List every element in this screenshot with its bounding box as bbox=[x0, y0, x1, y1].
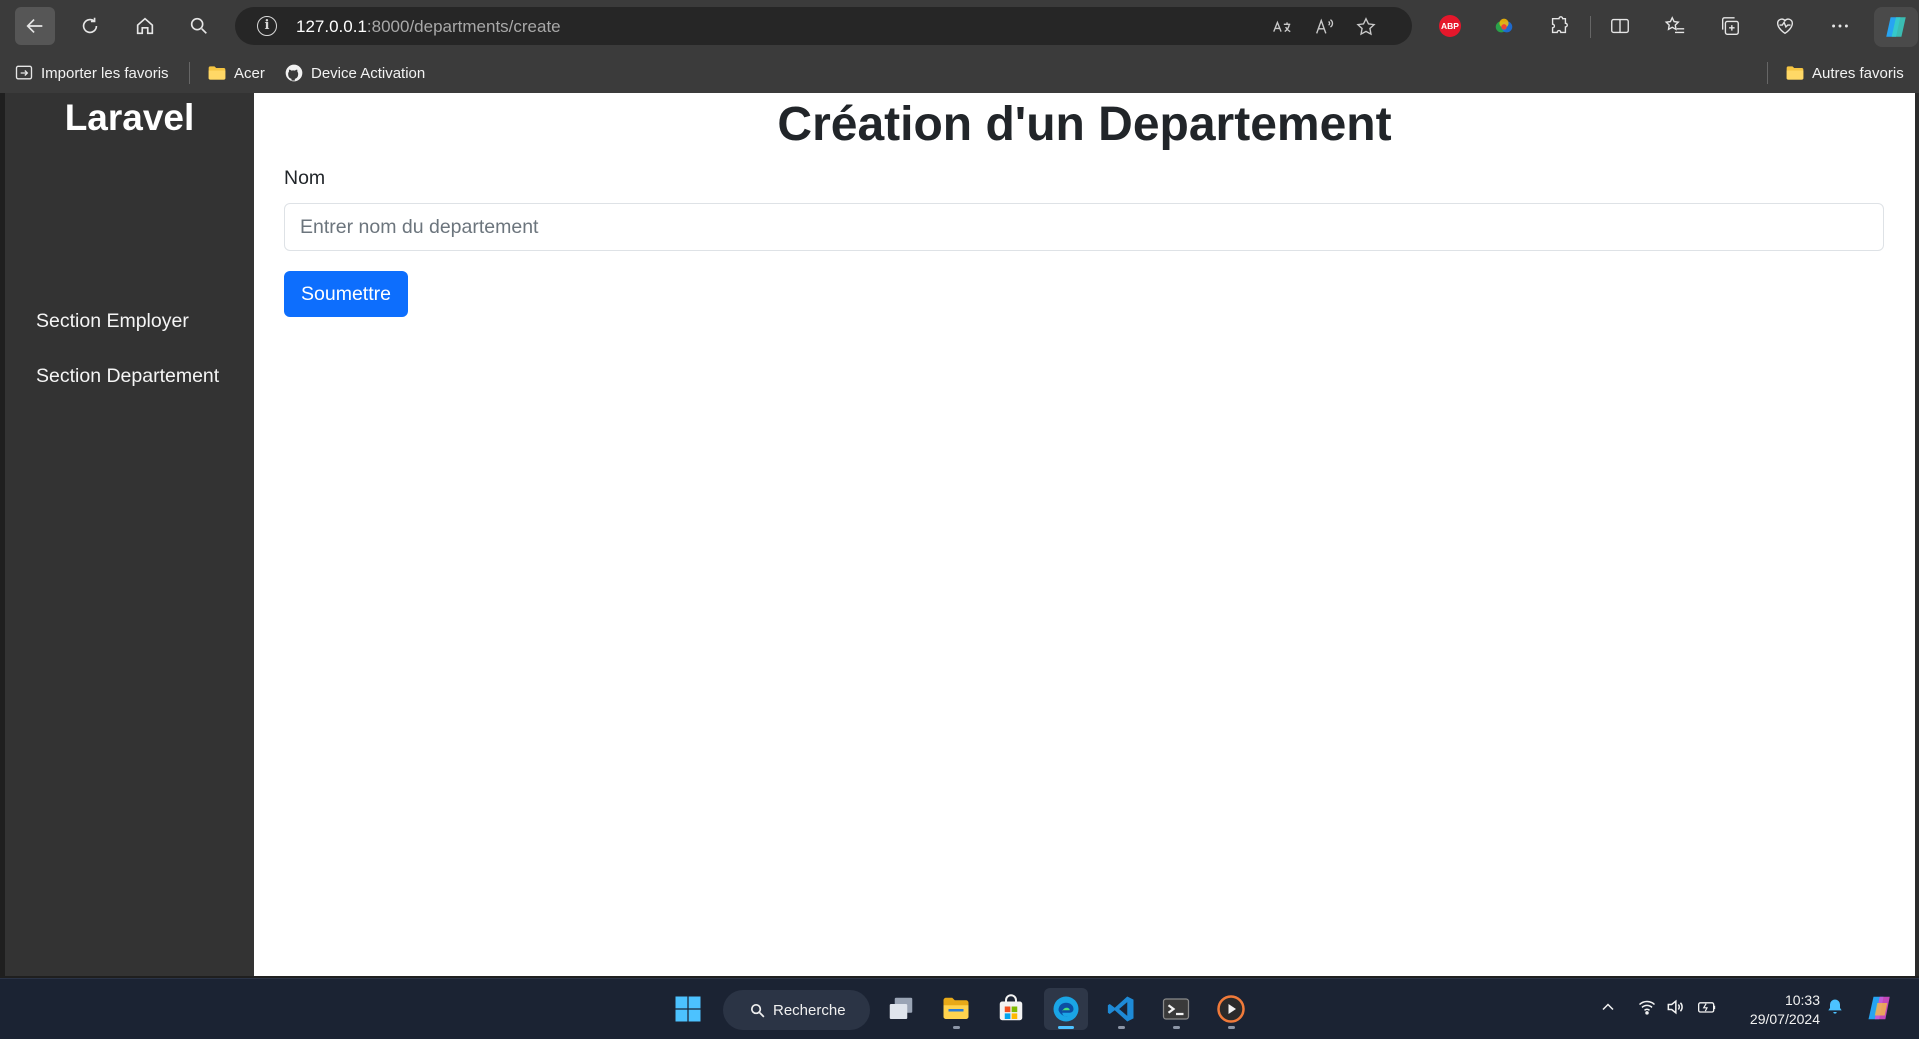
windows-logo-icon bbox=[675, 996, 701, 1022]
name-field-label: Nom bbox=[284, 167, 326, 189]
browser-essentials-button[interactable] bbox=[1765, 7, 1805, 45]
taskbar-edge[interactable] bbox=[1044, 988, 1088, 1030]
sidebar-item-employer[interactable]: Section Employer bbox=[36, 310, 189, 333]
store-icon bbox=[999, 994, 1023, 1021]
favorites-bar: Importer les favoris Acer Device Activat… bbox=[0, 53, 1919, 93]
extensions-button[interactable] bbox=[1539, 7, 1579, 45]
folder-icon bbox=[943, 997, 969, 1019]
clock-date: 29/07/2024 bbox=[1749, 1011, 1820, 1027]
url-text[interactable]: 127.0.0.1:8000/departments/create bbox=[296, 17, 561, 37]
split-screen-button[interactable] bbox=[1600, 7, 1640, 45]
site-info-icon[interactable]: i bbox=[257, 16, 277, 36]
taskbar-store[interactable] bbox=[989, 988, 1033, 1030]
wifi-icon bbox=[1638, 1000, 1656, 1015]
back-arrow-icon bbox=[26, 18, 43, 34]
favorite-star-icon[interactable] bbox=[1354, 15, 1378, 39]
collections-button[interactable] bbox=[1710, 7, 1750, 45]
favorites-folder-acer[interactable]: Acer bbox=[207, 61, 265, 85]
favorites-button[interactable] bbox=[1655, 7, 1695, 45]
page-title: Création d'un Departement bbox=[777, 98, 1392, 151]
more-menu-button[interactable] bbox=[1820, 7, 1860, 45]
task-view-button[interactable] bbox=[879, 988, 923, 1030]
abp-icon: ABP bbox=[1439, 15, 1461, 37]
translate-icon[interactable] bbox=[1270, 15, 1294, 39]
brand-title[interactable]: Laravel bbox=[5, 97, 254, 139]
read-aloud-icon[interactable] bbox=[1312, 15, 1336, 39]
favorites-link-device-activation[interactable]: Device Activation bbox=[284, 61, 425, 85]
home-icon bbox=[136, 17, 154, 35]
search-button[interactable] bbox=[179, 7, 219, 45]
chevron-up-icon bbox=[1602, 1003, 1614, 1011]
system-clock[interactable]: 10:33 29/07/2024 bbox=[1730, 991, 1820, 1029]
window-edge bbox=[1915, 93, 1919, 976]
terminal-icon bbox=[1162, 998, 1190, 1020]
github-icon bbox=[285, 64, 303, 82]
search-icon bbox=[190, 17, 207, 34]
tray-overflow-button[interactable] bbox=[1598, 997, 1618, 1017]
adblock-extension[interactable]: ABP bbox=[1430, 7, 1470, 45]
sidebar-item-departement[interactable]: Section Departement bbox=[36, 365, 219, 388]
more-dots-icon bbox=[1832, 24, 1848, 28]
wifi-status[interactable] bbox=[1637, 997, 1657, 1017]
notifications-button[interactable] bbox=[1825, 997, 1845, 1017]
refresh-icon bbox=[82, 17, 98, 34]
taskbar-copilot[interactable] bbox=[1866, 993, 1896, 1023]
taskbar-terminal[interactable] bbox=[1154, 988, 1198, 1030]
bell-icon bbox=[1828, 999, 1842, 1014]
start-button[interactable] bbox=[666, 988, 710, 1030]
import-favorites-link[interactable]: Importer les favoris bbox=[14, 61, 169, 85]
speaker-icon bbox=[1667, 999, 1683, 1015]
copilot-button[interactable] bbox=[1874, 7, 1918, 47]
collections-icon bbox=[1721, 17, 1739, 35]
back-button[interactable] bbox=[15, 7, 55, 45]
color-extension[interactable] bbox=[1484, 7, 1524, 45]
refresh-button[interactable] bbox=[70, 7, 110, 45]
edge-browser-icon bbox=[1053, 996, 1079, 1022]
other-favorites-folder[interactable]: Autres favoris bbox=[1785, 61, 1904, 85]
puzzle-icon bbox=[1551, 16, 1568, 34]
media-player-icon bbox=[1217, 995, 1245, 1023]
address-bar[interactable]: i 127.0.0.1:8000/departments/create bbox=[235, 7, 1412, 45]
folder-icon bbox=[1786, 66, 1804, 80]
taskbar-file-explorer[interactable] bbox=[934, 988, 978, 1030]
taskbar: Recherche 10:33 29/07/2024 bbox=[0, 978, 1919, 1039]
taskbar-search[interactable]: Recherche bbox=[723, 990, 870, 1030]
favorites-list-icon bbox=[1664, 16, 1685, 34]
sidebar: Laravel Section Employer Section Departe… bbox=[5, 93, 254, 976]
submit-button[interactable]: Soumettre bbox=[284, 271, 408, 317]
clock-time: 10:33 bbox=[1784, 992, 1820, 1008]
taskbar-vscode[interactable] bbox=[1099, 988, 1143, 1030]
taskbar-media-player[interactable] bbox=[1209, 988, 1253, 1030]
department-name-input[interactable] bbox=[284, 203, 1884, 251]
search-icon bbox=[750, 1003, 765, 1017]
home-button[interactable] bbox=[125, 7, 165, 45]
battery-charging-icon bbox=[1698, 1002, 1716, 1013]
heart-pulse-icon bbox=[1776, 18, 1794, 35]
volume-control[interactable] bbox=[1665, 997, 1685, 1017]
folder-icon bbox=[208, 66, 226, 80]
color-wheel-icon bbox=[1495, 18, 1513, 33]
vscode-icon bbox=[1107, 996, 1134, 1022]
copilot-icon bbox=[1886, 17, 1906, 37]
split-screen-icon bbox=[1611, 18, 1629, 34]
main-content: Création d'un Departement Nom Soumettre bbox=[254, 93, 1915, 976]
import-favorites-icon bbox=[15, 65, 33, 80]
task-view-icon bbox=[889, 997, 913, 1019]
copilot-icon bbox=[1868, 996, 1890, 1020]
battery-status[interactable] bbox=[1697, 997, 1717, 1017]
browser-toolbar: i 127.0.0.1:8000/departments/create ABP bbox=[0, 0, 1919, 53]
